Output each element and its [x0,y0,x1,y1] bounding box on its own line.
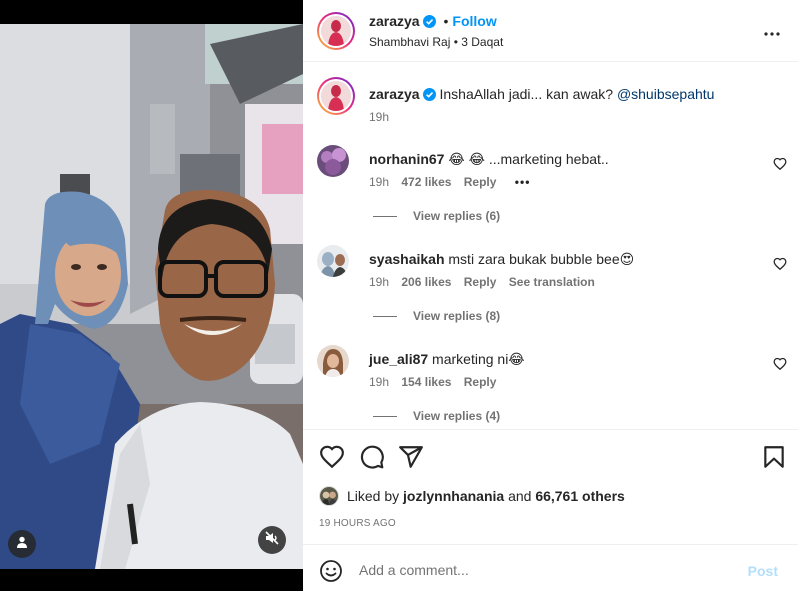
comment-input[interactable] [359,555,719,585]
more-horizontal-icon [764,23,780,41]
like-comment-heart-icon[interactable] [773,157,787,171]
comment-item: jue_ali87 marketing ni😂 19h 154 likes Re… [317,345,787,429]
caption-author-avatar[interactable] [317,77,355,115]
view-replies-label: View replies (4) [413,409,501,423]
comment-time[interactable]: 19h [369,275,389,289]
liker-avatar[interactable] [319,486,339,506]
post-header: zarazya • Follow Shambhavi Raj • 3 Daqat [303,0,798,62]
comments-section[interactable]: zarazya InshaAllah jadi... kan awak? @sh… [303,63,798,429]
replies-divider [373,316,397,318]
heart-icon[interactable] [319,444,345,470]
caption-body: InshaAllah jadi... kan awak? [439,86,614,102]
view-replies-label: View replies (8) [413,309,501,323]
commenter-avatar[interactable] [317,145,349,177]
tagged-users-button[interactable] [8,530,36,558]
reply-button[interactable]: Reply [464,375,497,389]
post-photo[interactable] [0,24,303,569]
instagram-post-modal: zarazya • Follow Shambhavi Raj • 3 Daqat … [0,0,798,591]
comment-body: marketing ni😂 [432,351,525,367]
view-replies-button[interactable]: View replies (4) [373,409,500,423]
comment-text: jue_ali87 marketing ni😂 [369,351,525,368]
post-details-panel: zarazya • Follow Shambhavi Raj • 3 Daqat … [303,0,798,591]
view-replies-button[interactable]: View replies (6) [373,209,500,223]
comment-more-button[interactable]: ••• [515,175,531,189]
commenter-avatar[interactable] [317,245,349,277]
comment-body: msti zara bukak bubble bee😍 [448,251,635,267]
comment-text: norhanin67 😂 😂 ...marketing hebat.. [369,151,609,168]
author-avatar[interactable] [317,12,355,50]
caption-username[interactable]: zarazya [369,86,420,102]
share-icon[interactable] [398,444,424,470]
user-icon [16,535,28,553]
comment-item: norhanin67 😂 😂 ...marketing hebat.. 19h … [317,145,787,235]
bookmark-icon[interactable] [761,444,787,470]
post-media-panel [0,0,303,591]
post-actions: Liked by jozlynnhanania and 66,761 other… [303,429,798,544]
replies-divider [373,416,397,418]
comment-username[interactable]: jue_ali87 [369,351,428,367]
add-comment-bar: Post [303,544,798,591]
reply-button[interactable]: Reply [464,275,497,289]
caption-text: zarazya InshaAllah jadi... kan awak? @sh… [369,86,714,104]
author-line: zarazya • Follow [369,13,497,31]
comment-username[interactable]: norhanin67 [369,151,444,167]
caption-time[interactable]: 19h [369,110,389,124]
separator-dot: • [443,13,449,29]
comment-body: 😂 😂 ...marketing hebat.. [448,151,609,167]
comment-likes[interactable]: 206 likes [401,275,451,289]
like-comment-heart-icon[interactable] [773,357,787,371]
comment-time[interactable]: 19h [369,375,389,389]
post-location[interactable]: Shambhavi Raj • 3 Daqat [369,35,503,49]
muted-speaker-icon [265,530,279,550]
more-options-button[interactable] [760,22,784,42]
follow-button[interactable]: Follow [452,13,496,29]
comment-likes[interactable]: 472 likes [401,175,451,189]
emoji-icon[interactable] [319,559,343,583]
comment-text: syashaikah msti zara bukak bubble bee😍 [369,251,634,268]
view-replies-label: View replies (6) [413,209,501,223]
likes-summary: Liked by jozlynnhanania and 66,761 other… [319,486,625,506]
verified-badge-icon [422,15,436,31]
verified-badge-icon [422,88,436,104]
comment-username[interactable]: syashaikah [369,251,445,267]
comment-likes[interactable]: 154 likes [401,375,451,389]
reply-button[interactable]: Reply [464,175,497,189]
liked-by-user-link[interactable]: jozlynnhanania [403,488,504,504]
caption-mention-link[interactable]: @shuibsepahtu [617,86,715,102]
liked-by-prefix: Liked by [347,488,400,504]
comment-icon[interactable] [359,444,385,470]
comment-time[interactable]: 19h [369,175,389,189]
author-username[interactable]: zarazya [369,13,420,29]
mute-button[interactable] [258,526,286,554]
view-replies-button[interactable]: View replies (8) [373,309,500,323]
like-comment-heart-icon[interactable] [773,257,787,271]
commenter-avatar[interactable] [317,345,349,377]
post-timestamp[interactable]: 19 HOURS AGO [319,518,396,529]
see-translation-button[interactable]: See translation [509,275,595,289]
replies-divider [373,216,397,218]
comment-meta: 19h 154 likes Reply [369,375,505,389]
comment-item: syashaikah msti zara bukak bubble bee😍 1… [317,245,787,335]
post-comment-button[interactable]: Post [748,563,778,579]
comment-meta: 19h 206 likes Reply See translation [369,275,604,289]
liked-by-and: and [508,488,532,504]
liked-by-others-link[interactable]: 66,761 others [535,488,625,504]
comment-meta: 19h 472 likes Reply ••• [369,175,539,189]
